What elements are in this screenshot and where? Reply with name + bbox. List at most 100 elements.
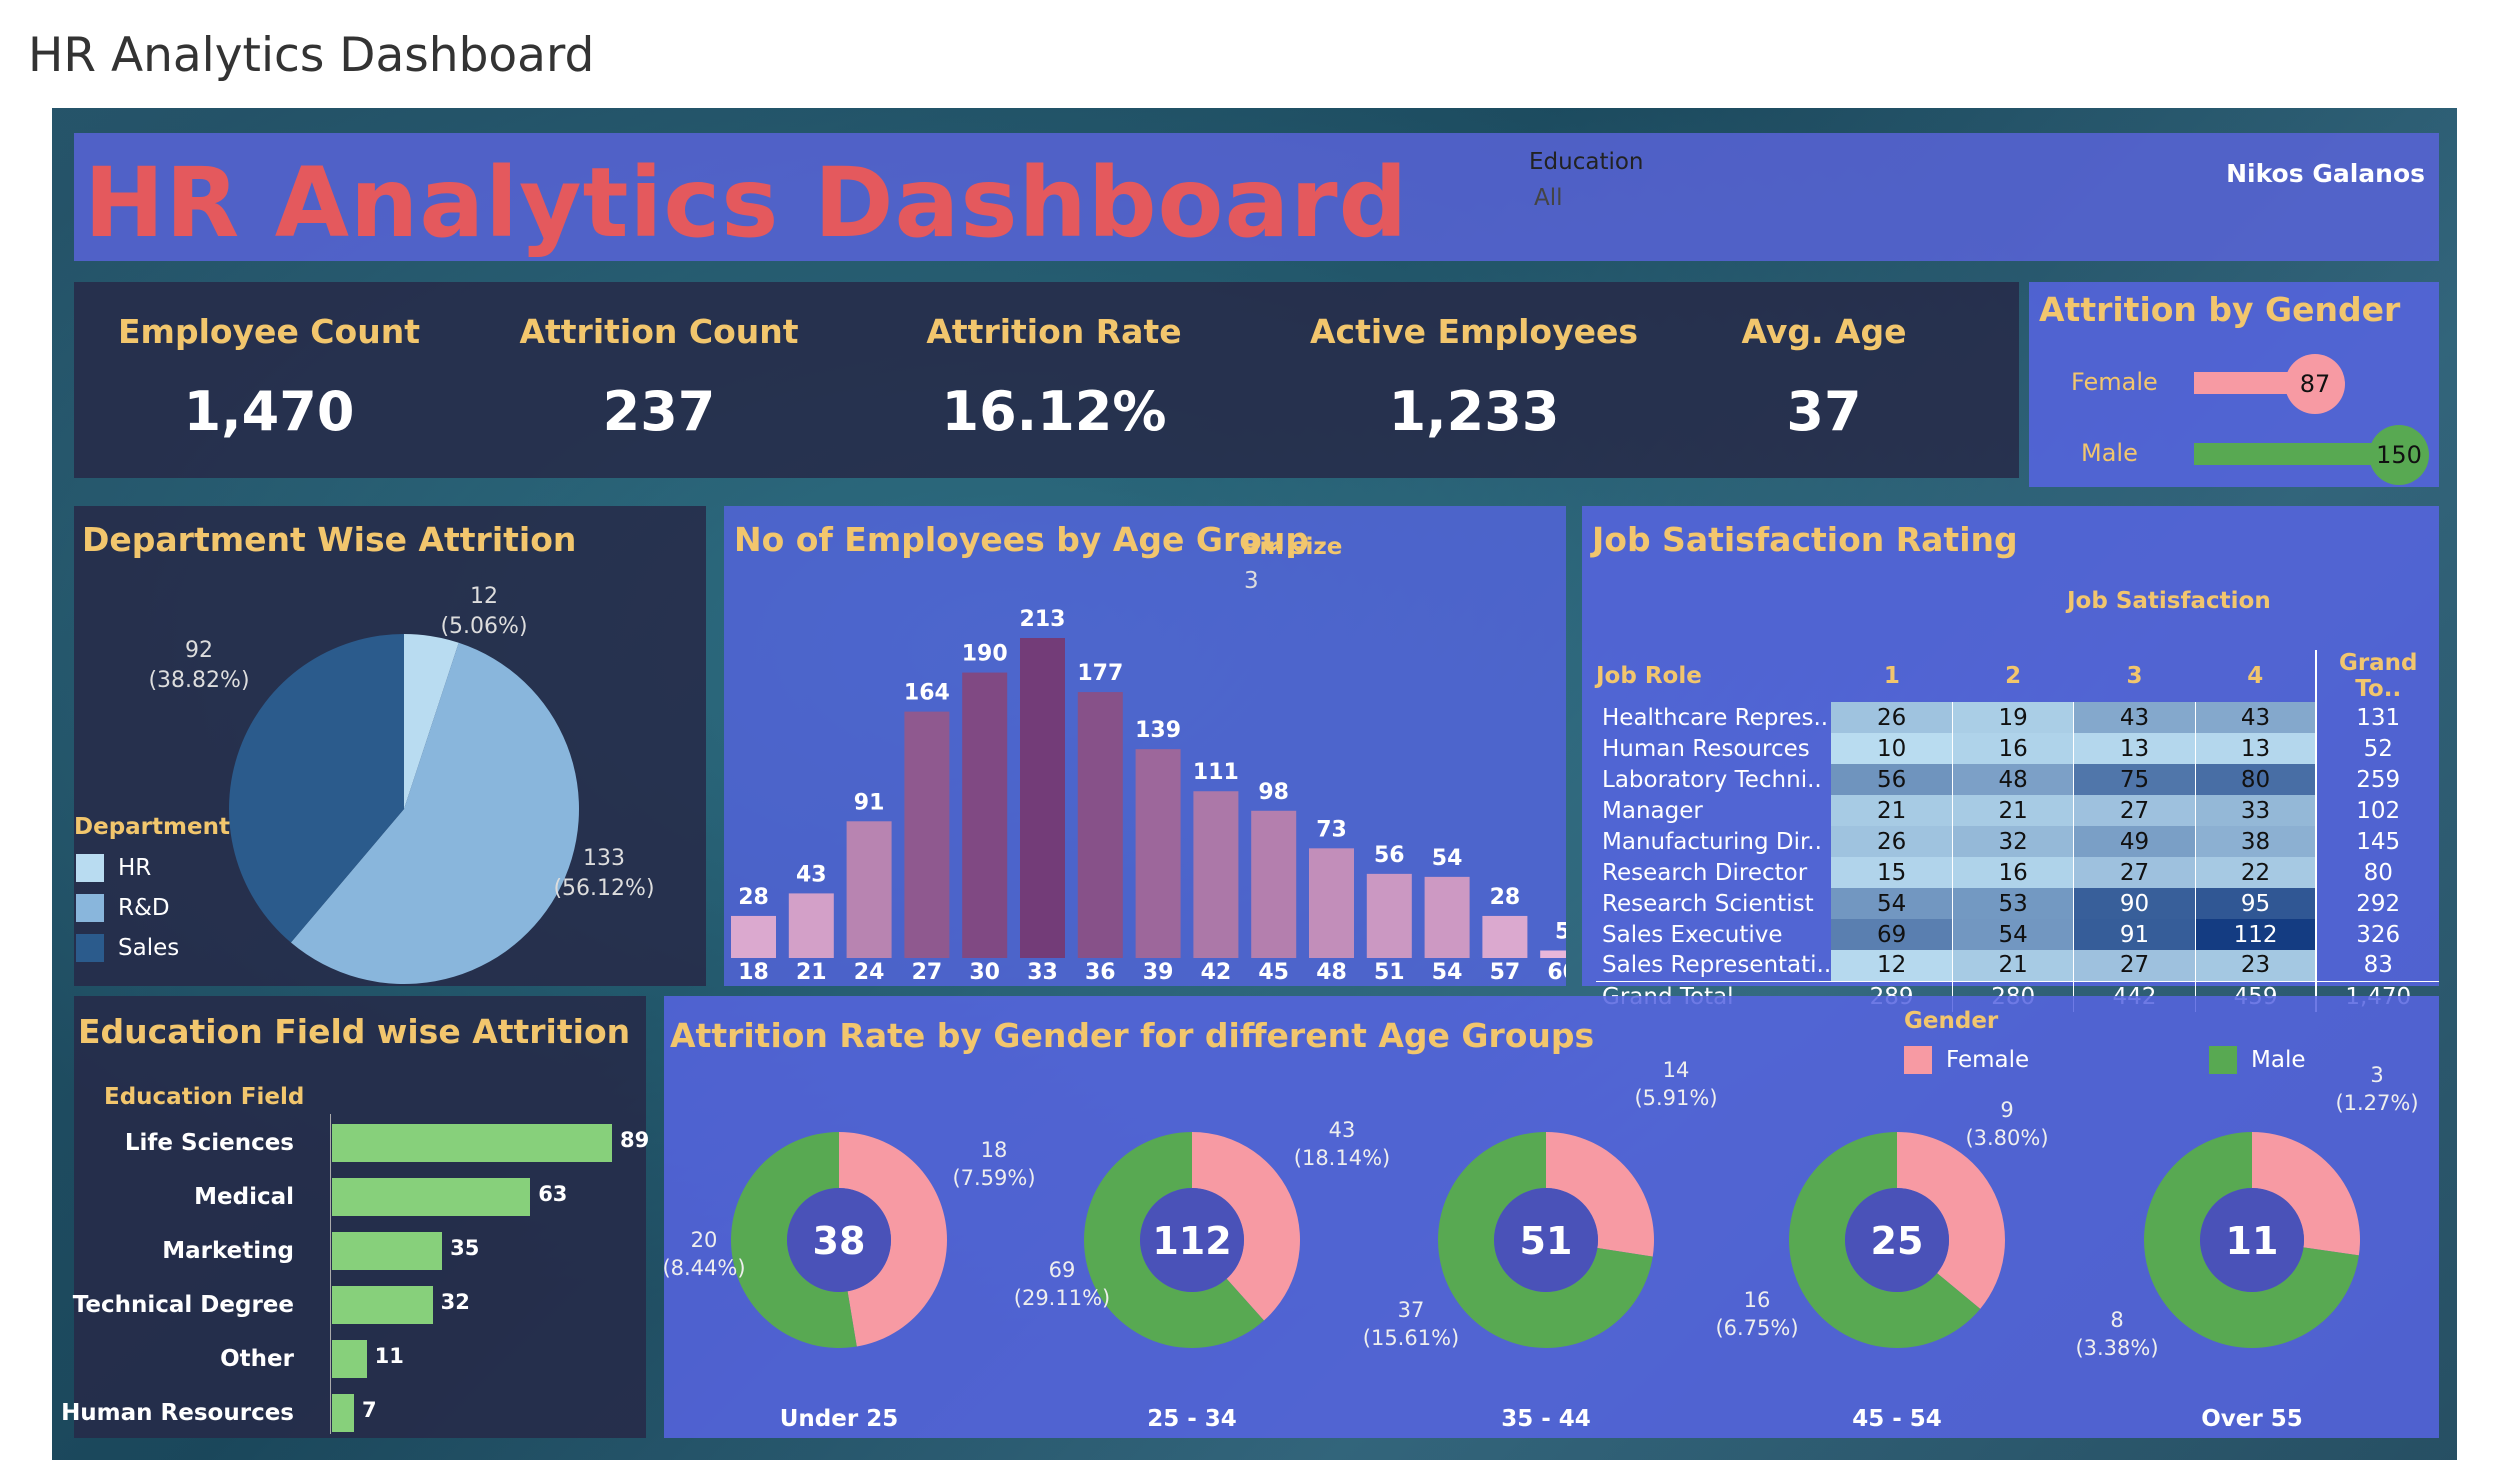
legend-item-sales[interactable]: Sales xyxy=(76,934,179,962)
pie-label-pct: (5.06%) xyxy=(440,614,528,639)
age-bar[interactable] xyxy=(788,893,834,958)
bar-value-label: 139 xyxy=(1135,718,1181,743)
donut-label-female: 43 (18.14%) xyxy=(1282,1116,1402,1172)
age-bar[interactable] xyxy=(1482,915,1528,958)
heatmap-cell: 32 xyxy=(1952,826,2075,857)
bar-value-label: 54 xyxy=(1432,846,1463,871)
donut-label-male: 37 (15.61%) xyxy=(1351,1296,1471,1352)
grand-total-cell: 52 xyxy=(2315,733,2439,764)
axis-label: Education Field xyxy=(104,1084,305,1110)
age-bar[interactable] xyxy=(1251,810,1297,958)
heatmap-cell: 19 xyxy=(1952,702,2075,733)
edu-field-value: 89 xyxy=(620,1128,650,1152)
edu-field-bar[interactable] xyxy=(332,1124,612,1162)
edu-field-bar[interactable] xyxy=(332,1286,433,1324)
panel-title: Attrition by Gender xyxy=(2039,290,2401,329)
donut-note-pct: (5.91%) xyxy=(1634,1086,1718,1110)
table-header: 2 xyxy=(2005,663,2022,689)
job-role-cell: Healthcare Repres.. xyxy=(1602,704,1829,731)
x-tick-label: 21 xyxy=(796,960,827,985)
heatmap-cell: 95 xyxy=(2195,888,2317,919)
donut-total: 25 xyxy=(1871,1219,1924,1263)
age-bar[interactable] xyxy=(1020,638,1065,958)
table-row[interactable]: Sales Representati.. 12 21 27 23 83 xyxy=(1596,950,2439,981)
table-row[interactable]: Human Resources 10 16 13 13 52 xyxy=(1596,733,2439,764)
donut-note-count: 9 xyxy=(2000,1098,2014,1122)
grand-total-cell: 145 xyxy=(2315,826,2439,857)
edu-field-bar[interactable] xyxy=(332,1394,355,1432)
bar-value-label: 213 xyxy=(1020,607,1066,632)
heatmap-cell: 27 xyxy=(2073,857,2196,888)
bar-value-label: 98 xyxy=(1258,780,1289,805)
table-row[interactable]: Manufacturing Dir.. 26 32 49 38 145 xyxy=(1596,826,2439,857)
donut-note-count: 20 xyxy=(690,1228,718,1252)
panel-title: Education Field wise Attrition xyxy=(78,1012,631,1051)
bar-value-label: 73 xyxy=(1316,817,1347,842)
donut-total: 38 xyxy=(813,1219,866,1263)
kpi-avg-age: Avg. Age 37 xyxy=(1634,282,2014,478)
x-tick-label: 39 xyxy=(1143,960,1174,985)
grand-total-cell: 131 xyxy=(2315,702,2439,733)
kpi-label: Attrition Rate xyxy=(926,312,1182,351)
age-bar[interactable] xyxy=(1077,692,1123,958)
kpi-attrition-count: Attrition Count 237 xyxy=(469,282,849,478)
job-role-cell: Research Director xyxy=(1602,859,1808,886)
x-tick-label: 27 xyxy=(912,960,943,985)
age-group-panel: No of Employees by Age Group Bin size 3 … xyxy=(724,506,1566,986)
age-bar[interactable] xyxy=(1540,950,1566,958)
edu-field-bar[interactable] xyxy=(332,1178,531,1216)
age-bar[interactable] xyxy=(904,711,950,958)
job-role-cell: Manager xyxy=(1602,797,1703,824)
donut-category-label: 45 - 54 xyxy=(1852,1406,1942,1432)
donut-total: 51 xyxy=(1520,1219,1573,1263)
age-bar[interactable] xyxy=(731,915,776,958)
age-bar[interactable] xyxy=(1193,791,1239,958)
edu-field-value: 63 xyxy=(538,1182,568,1206)
table-row[interactable]: Research Scientist 54 53 90 95 292 xyxy=(1596,888,2439,919)
table-row[interactable]: Laboratory Techni.. 56 48 75 80 259 xyxy=(1596,764,2439,795)
grand-total-cell: 326 xyxy=(2315,919,2439,950)
kpi-value: 1,233 xyxy=(1388,380,1560,443)
bar-value-label: 177 xyxy=(1077,661,1123,686)
heatmap-cell: 13 xyxy=(2195,733,2317,764)
age-bar[interactable] xyxy=(962,672,1008,958)
edu-field-bar[interactable] xyxy=(332,1232,443,1270)
age-bar[interactable] xyxy=(1309,848,1354,958)
x-tick-label: 54 xyxy=(1432,960,1463,985)
pie-label-hr: 12 (5.06%) xyxy=(424,582,544,642)
bar-value-label: 190 xyxy=(962,642,1008,667)
bar-value-label: 28 xyxy=(1490,885,1521,910)
kpi-attrition-rate: Attrition Rate 16.12% xyxy=(864,282,1244,478)
donut-note-pct: (29.11%) xyxy=(1013,1286,1111,1310)
table-header: Grand To.. xyxy=(2315,650,2439,702)
age-bar[interactable] xyxy=(846,821,892,958)
donut-note-pct: (18.14%) xyxy=(1293,1146,1391,1170)
male-value: 150 xyxy=(2369,425,2429,485)
legend-item-rd[interactable]: R&D xyxy=(76,894,170,922)
table-row[interactable]: Healthcare Repres.. 26 19 43 43 131 xyxy=(1596,702,2439,733)
donut-note-count: 37 xyxy=(1397,1298,1425,1322)
job-role-cell: Research Scientist xyxy=(1602,890,1814,917)
donut-label-male: 20 (8.44%) xyxy=(644,1226,764,1282)
legend-item-hr[interactable]: HR xyxy=(76,854,151,882)
education-filter-dropdown[interactable]: All xyxy=(1534,185,1563,211)
bar-value-label: 28 xyxy=(738,885,769,910)
edu-field-bar[interactable] xyxy=(332,1340,367,1378)
heatmap-cell: 12 xyxy=(1831,950,1953,981)
table-row[interactable]: Sales Executive 69 54 91 112 326 xyxy=(1596,919,2439,950)
heatmap-cell: 33 xyxy=(2195,795,2317,826)
grand-total-cell: 102 xyxy=(2315,795,2439,826)
heatmap-cell: 26 xyxy=(1831,702,1953,733)
table-row[interactable]: Manager 21 21 27 33 102 xyxy=(1596,795,2439,826)
edu-field-value: 7 xyxy=(362,1398,377,1422)
table-row[interactable]: Research Director 15 16 27 22 80 xyxy=(1596,857,2439,888)
heatmap-cell: 112 xyxy=(2195,919,2317,950)
donut-note-count: 18 xyxy=(980,1138,1008,1162)
age-bar[interactable] xyxy=(1366,873,1412,958)
x-tick-label: 18 xyxy=(738,960,769,985)
age-bar[interactable] xyxy=(1135,749,1181,958)
age-bar[interactable] xyxy=(1424,876,1470,958)
donut-category-label: 25 - 34 xyxy=(1147,1406,1237,1432)
kpi-active-employees: Active Employees 1,233 xyxy=(1284,282,1664,478)
donut-note-count: 69 xyxy=(1048,1258,1076,1282)
